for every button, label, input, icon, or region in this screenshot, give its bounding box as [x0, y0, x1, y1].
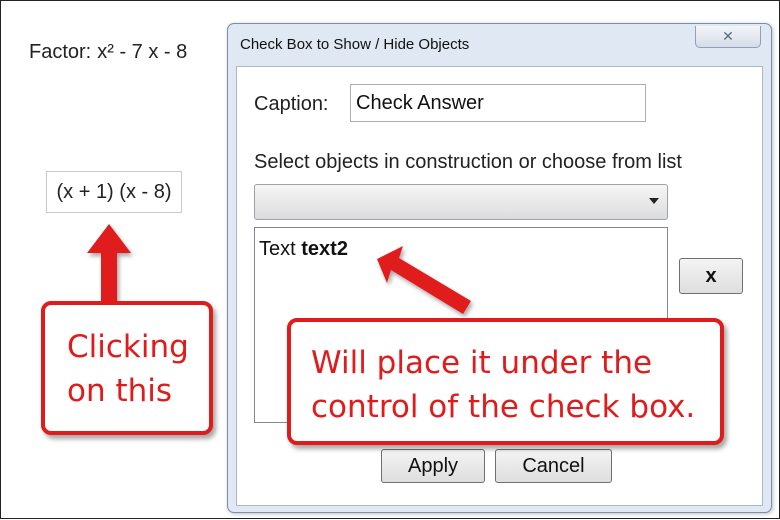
factor-expression: x² - 7 x - 8 — [97, 41, 188, 63]
cancel-label: Cancel — [522, 454, 585, 477]
caption-input[interactable] — [350, 84, 646, 122]
callout-place-under-control: Will place it under the control of the c… — [287, 318, 724, 445]
close-icon: ✕ — [722, 28, 734, 44]
list-item[interactable]: Text text2 — [259, 238, 348, 261]
remove-label: x — [705, 264, 717, 287]
callout-right-line1: Will place it under the — [311, 345, 653, 381]
list-item-type: Text — [259, 238, 296, 260]
callout-right-line2: control of the check box. — [311, 389, 696, 425]
close-button[interactable]: ✕ — [695, 26, 761, 48]
object-dropdown[interactable] — [254, 184, 668, 220]
callout-clicking: Clicking on this — [41, 301, 213, 435]
callout-left-line2: on this — [67, 373, 173, 409]
factor-label: Factor: — [29, 41, 92, 63]
select-objects-label: Select objects in construction or choose… — [254, 151, 682, 173]
answer-text: (x + 1) (x - 8) — [56, 180, 172, 203]
cancel-button[interactable]: Cancel — [495, 449, 612, 483]
caption-label: Caption: — [254, 93, 329, 115]
factor-prompt: Factor: x² - 7 x - 8 — [29, 41, 187, 64]
callout-left-line1: Clicking — [67, 329, 189, 365]
chevron-down-icon[interactable] — [649, 198, 659, 204]
list-item-name: text2 — [301, 238, 348, 260]
up-arrow — [87, 224, 131, 304]
screenshot-frame: Factor: x² - 7 x - 8 (x + 1) (x - 8) Chec… — [0, 0, 780, 519]
dialog-title: Check Box to Show / Hide Objects — [240, 36, 470, 53]
apply-button[interactable]: Apply — [381, 449, 485, 483]
apply-label: Apply — [407, 454, 459, 477]
remove-object-button[interactable]: x — [679, 258, 743, 294]
answer-text-object[interactable]: (x + 1) (x - 8) — [46, 171, 182, 213]
